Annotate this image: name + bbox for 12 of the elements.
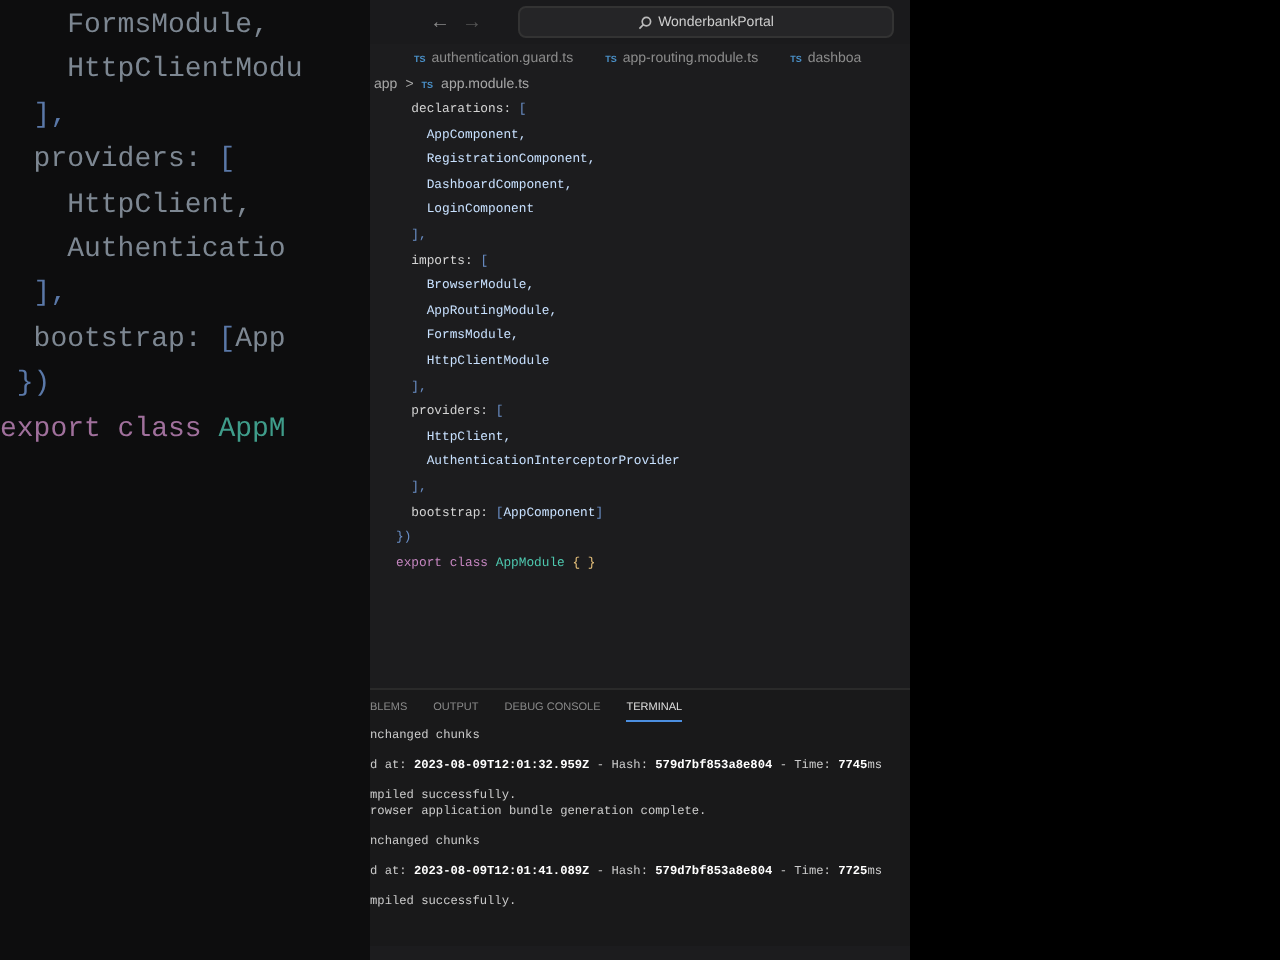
- code-line: ],: [31, 276, 68, 315]
- code-line: bootstrap: [App: [31, 321, 286, 360]
- code-line: HttpClientModu: [65, 52, 303, 91]
- code-line: Authenticatio: [65, 232, 286, 271]
- code-line: FormsModule,: [65, 8, 269, 46]
- code-line: HttpClient,: [65, 187, 253, 226]
- code-line: }): [14, 366, 51, 405]
- code-line: ],: [31, 97, 68, 136]
- search-icon: [638, 15, 653, 29]
- back-arrow-icon[interactable]: ←: [430, 11, 450, 33]
- code-line: export class AppM: [0, 411, 286, 450]
- code-line: providers: [: [31, 142, 236, 181]
